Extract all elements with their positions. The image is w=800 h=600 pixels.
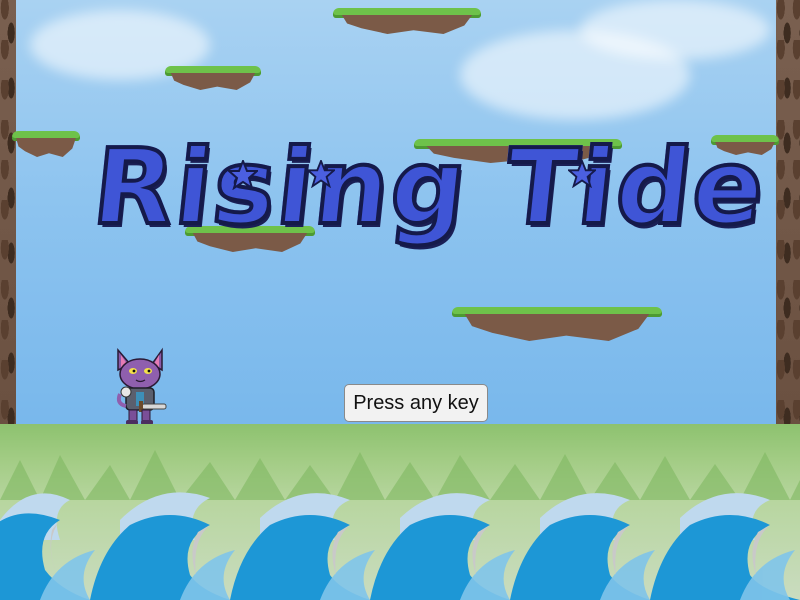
game-title: Rising Tide [86, 124, 774, 250]
star-icon [228, 160, 258, 190]
right-rock-wall [776, 0, 800, 430]
left-rock-wall [0, 0, 16, 430]
cloud [580, 0, 770, 60]
floating-platform [333, 8, 481, 34]
purple-cat-knight-icon [116, 347, 167, 425]
press-any-key-button[interactable]: Press any key [344, 384, 488, 422]
game-title-logo: Rising Tide [86, 124, 774, 295]
floating-platform [12, 131, 80, 157]
rising-water-waves [0, 492, 800, 600]
star-icon [568, 160, 596, 188]
star-icon [307, 160, 335, 188]
floating-platform [452, 307, 662, 341]
floating-platform [165, 66, 261, 90]
game-screen[interactable]: Rising Tide Press any key [0, 0, 800, 600]
